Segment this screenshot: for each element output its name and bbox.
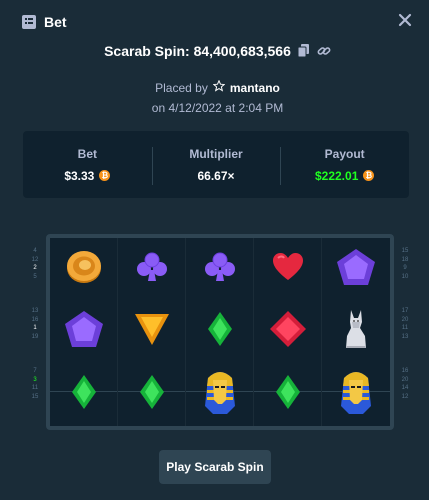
slot-cell	[118, 300, 186, 364]
slot-cell	[254, 300, 322, 364]
stat-multiplier-value: 66.67×	[197, 168, 235, 183]
stat-payout: Payout $222.01 ₿	[280, 146, 409, 185]
purple-club-icon	[203, 250, 237, 289]
bitcoin-icon: ₿	[99, 170, 111, 181]
slot-cell	[322, 238, 390, 301]
close-button[interactable]	[397, 12, 413, 28]
slot-cell	[186, 300, 254, 364]
slot-cell	[322, 363, 390, 426]
game-id-label: Scarab Spin: 84,400,683,566	[104, 43, 291, 59]
green-diamond-icon	[71, 374, 97, 415]
bet-list-icon	[22, 15, 36, 29]
bet-date: on 4/12/2022 at 2:04 PM	[151, 101, 284, 115]
payline-numbers-right: 15 18 9 10 17 20 11 13 16 20 14 12	[401, 248, 409, 400]
green-diamond-icon	[275, 374, 301, 415]
slot-cell	[50, 238, 118, 301]
username-link[interactable]: mantano	[230, 81, 280, 95]
stat-multiplier-label: Multiplier	[189, 146, 243, 161]
slot-cell	[118, 238, 186, 301]
slot-cell	[186, 238, 254, 301]
green-diamond-icon	[139, 374, 165, 415]
slot-cell	[322, 301, 390, 364]
symbol-grid	[50, 238, 390, 426]
slot-cell	[254, 363, 322, 426]
placed-by-label: Placed by	[155, 80, 208, 95]
bet-modal: Bet Scarab Spin: 84,400,683,566 Placed b…	[6, 0, 429, 500]
slot-cell	[254, 238, 322, 301]
bitcoin-icon: ₿	[363, 170, 375, 181]
purple-pentagon-gem-icon	[336, 248, 376, 291]
modal-header: Bet	[22, 12, 67, 32]
stat-multiplier: Multiplier 66.67×	[151, 146, 281, 185]
stat-bet-value: $3.33	[64, 168, 95, 183]
copy-icon[interactable]	[297, 44, 311, 58]
slot-board-area: 4 12 2 5 13 16 1 19 7 3 11 15 15 18 9 10 17 20 11 13 16…	[26, 234, 408, 432]
stat-bet-label: Bet	[77, 146, 97, 161]
pharaoh-mask-icon	[339, 368, 373, 421]
slot-cell	[50, 300, 118, 364]
payline-numbers-left: 4 12 2 5 13 16 1 19 7 3 11 15	[31, 248, 39, 400]
slot-board	[46, 234, 394, 430]
star-outline-icon	[212, 79, 226, 95]
modal-title: Bet	[44, 14, 67, 30]
cat-statue-icon	[342, 308, 370, 355]
red-heart-icon	[272, 252, 304, 287]
pharaoh-mask-icon	[203, 368, 237, 421]
close-icon	[398, 13, 412, 27]
placed-by-line: Placed by mantano	[6, 79, 429, 95]
stat-bet: Bet $3.33 ₿	[23, 147, 152, 183]
game-id-line: Scarab Spin: 84,400,683,566	[6, 43, 429, 59]
slot-cell	[186, 363, 254, 426]
slot-cell	[118, 363, 186, 426]
purple-pentagon-gem-icon	[64, 310, 104, 353]
bet-stats-panel: Bet $3.33 ₿ Multiplier 66.67× Payout $22…	[23, 131, 409, 198]
gold-coin-icon	[64, 247, 104, 292]
stat-payout-value: $222.01	[314, 168, 359, 183]
link-icon[interactable]	[317, 44, 331, 58]
red-diamond-gem-icon	[269, 310, 307, 353]
stat-payout-label: Payout	[324, 146, 365, 161]
play-scarab-spin-button[interactable]: Play Scarab Spin	[159, 450, 271, 484]
orange-triangle-gem-icon	[134, 312, 170, 351]
purple-club-icon	[135, 250, 169, 289]
slot-cell	[50, 363, 118, 426]
green-diamond-icon	[207, 311, 233, 352]
